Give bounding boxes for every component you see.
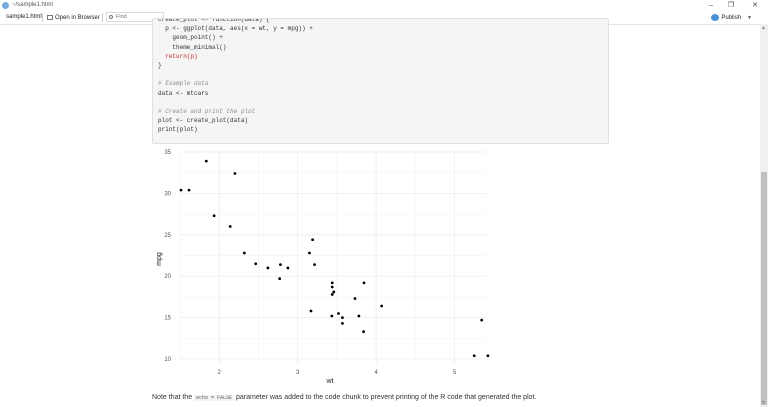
minimize-button[interactable]: – xyxy=(701,0,721,11)
maximize-button[interactable]: ❐ xyxy=(721,0,741,11)
y-tick-label: 20 xyxy=(164,274,171,280)
data-point xyxy=(353,297,357,300)
data-point xyxy=(311,238,314,242)
data-point xyxy=(337,312,340,315)
rstudio-icon xyxy=(2,2,9,9)
data-point xyxy=(278,277,282,281)
plot-labels: wt mpg 2 3 4 5 10 15 20 25 30 35 xyxy=(156,150,457,385)
y-tick-label: 15 xyxy=(164,316,171,322)
code-line: print(plot) xyxy=(158,126,198,134)
data-point xyxy=(228,225,232,228)
x-tick-label: 4 xyxy=(374,370,378,376)
data-point xyxy=(357,314,361,318)
data-point xyxy=(332,290,336,294)
code-line: # Example data xyxy=(158,80,209,88)
code-line: } xyxy=(158,62,162,69)
data-point xyxy=(380,304,384,308)
y-tick-label: 30 xyxy=(164,191,171,197)
scatter-plot: wt mpg 2 3 4 5 10 15 20 25 30 35 xyxy=(156,150,490,385)
data-point xyxy=(233,172,237,175)
scroll-down-icon[interactable]: ▼ xyxy=(761,400,766,406)
data-point xyxy=(266,266,270,270)
y-tick-label: 10 xyxy=(164,357,171,363)
data-point xyxy=(286,266,290,270)
data-point xyxy=(330,293,334,296)
chevron-down-icon[interactable]: ▼ xyxy=(747,15,752,21)
data-point xyxy=(486,354,490,358)
data-point xyxy=(279,263,282,267)
data-point xyxy=(187,188,191,192)
x-tick-label: 5 xyxy=(453,370,457,376)
inline-code-echo: echo = FALSE xyxy=(194,395,235,401)
x-tick-label: 3 xyxy=(296,370,300,376)
code-line: plot <- create_plot(data) xyxy=(158,117,249,125)
code-line: # Create and print the plot xyxy=(158,108,256,115)
file-name-label: sample1.html xyxy=(6,14,42,20)
code-chunk: create_plot <- function(data) { p <- ggp… xyxy=(152,18,609,144)
publish-button[interactable]: Publish ▼ xyxy=(711,12,752,23)
data-point xyxy=(330,314,334,318)
x-axis-label: wt xyxy=(326,378,334,385)
data-point xyxy=(472,354,476,358)
publish-icon xyxy=(711,14,720,21)
data-point xyxy=(242,251,246,255)
y-tick-label: 35 xyxy=(164,150,171,156)
plot-grid xyxy=(179,151,486,364)
data-point xyxy=(362,281,366,285)
data-point xyxy=(341,316,344,320)
data-point xyxy=(204,159,208,163)
toolbar-divider xyxy=(42,13,43,22)
browser-window-icon xyxy=(47,15,53,20)
footnote-paragraph: Note that the echo = FALSE parameter was… xyxy=(152,393,536,403)
plot-points xyxy=(179,159,490,358)
data-point xyxy=(313,263,316,267)
scrollbar-thumb[interactable] xyxy=(761,172,767,405)
data-point xyxy=(341,322,344,325)
code-line: theme_minimal() xyxy=(158,43,227,51)
data-point xyxy=(362,330,365,334)
data-point xyxy=(330,285,334,289)
title-bar: ~/sample1.html – ❐ ✕ xyxy=(0,0,768,11)
publish-label: Publish xyxy=(721,14,742,21)
code-line: data <- mtcars xyxy=(158,89,209,97)
footnote-text-after: parameter was added to the code chunk to… xyxy=(234,394,537,401)
data-point xyxy=(179,188,183,192)
data-point xyxy=(308,251,311,255)
open-in-browser-button[interactable]: Open in Browser xyxy=(47,12,100,23)
vertical-scrollbar[interactable]: ▲ ▼ xyxy=(760,24,768,407)
find-placeholder: Find xyxy=(116,14,127,20)
code-line: geom_point() + xyxy=(158,34,223,42)
code-line: return(p) xyxy=(158,52,198,60)
footnote-text-before: Note that the xyxy=(152,394,195,401)
y-tick-label: 25 xyxy=(164,233,171,239)
code-line: create_plot <- function(data) { xyxy=(158,18,270,23)
y-axis-label: mpg xyxy=(156,252,163,266)
x-tick-label: 2 xyxy=(218,370,222,376)
data-point xyxy=(480,318,484,322)
close-button[interactable]: ✕ xyxy=(745,0,765,11)
data-point xyxy=(309,309,313,313)
scroll-up-icon[interactable]: ▲ xyxy=(761,25,766,31)
search-icon xyxy=(109,15,113,19)
data-point xyxy=(212,214,216,218)
code-line: p <- ggplot(data, aes(x = wt, y = mpg)) … xyxy=(158,25,313,33)
window-title: ~/sample1.html xyxy=(12,2,53,8)
open-in-browser-label: Open in Browser xyxy=(55,14,100,21)
toolbar-divider xyxy=(102,13,103,22)
data-point xyxy=(254,262,258,266)
data-point xyxy=(330,281,334,285)
